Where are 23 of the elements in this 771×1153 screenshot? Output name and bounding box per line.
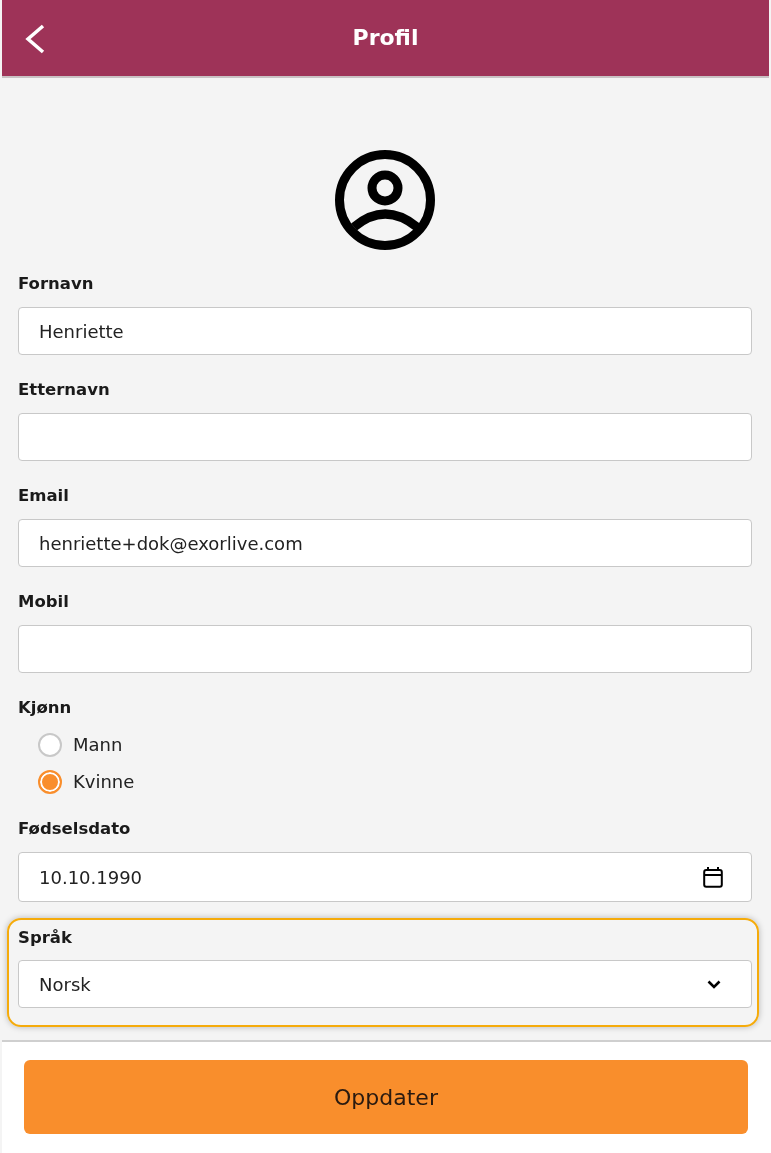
language-dropdown[interactable]: Norsk xyxy=(18,960,752,1008)
calendar-icon[interactable] xyxy=(703,866,723,888)
text-field[interactable] xyxy=(18,625,752,673)
radio-option[interactable]: Mann xyxy=(38,726,123,763)
page-title: Profil xyxy=(352,27,419,49)
field-label: Kjønn xyxy=(18,697,73,719)
user-avatar-icon xyxy=(335,150,435,250)
radio-icon[interactable] xyxy=(38,769,62,794)
update-button[interactable]: Oppdater xyxy=(24,1060,748,1134)
field-label: Mobil xyxy=(18,591,70,613)
text-field[interactable]: henriette+dok@exorlive.com xyxy=(18,519,752,567)
chevron-left-icon xyxy=(24,24,46,54)
field-label: Fornavn xyxy=(18,273,95,295)
chevron-down-icon xyxy=(707,979,721,989)
text-field[interactable]: Henriette xyxy=(18,307,752,355)
radio-option[interactable]: Kvinne xyxy=(38,763,135,800)
field-label: Fødselsdato xyxy=(18,818,132,840)
text-field[interactable] xyxy=(18,413,752,461)
field-label: Etternavn xyxy=(18,379,111,401)
radio-icon[interactable] xyxy=(38,732,62,757)
date-field[interactable]: 10.10.1990 xyxy=(18,852,752,902)
field-label: Email xyxy=(18,485,70,507)
field-label: Språk xyxy=(18,927,73,949)
